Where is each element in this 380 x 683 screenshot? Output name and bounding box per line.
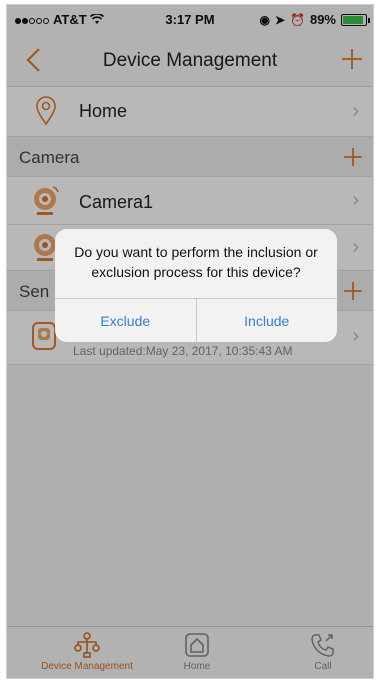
app-screen: AT&T 3:17 PM ◉ ➤ ⏰ 89% Device Management… (6, 4, 374, 679)
exclude-button[interactable]: Exclude (55, 299, 196, 342)
dialog-buttons: Exclude Include (55, 298, 337, 342)
dialog-message: Do you want to perform the inclusion or … (74, 244, 318, 280)
modal-overlay[interactable]: Do you want to perform the inclusion or … (7, 5, 373, 678)
alert-dialog: Do you want to perform the inclusion or … (55, 229, 337, 342)
include-button[interactable]: Include (195, 299, 338, 342)
